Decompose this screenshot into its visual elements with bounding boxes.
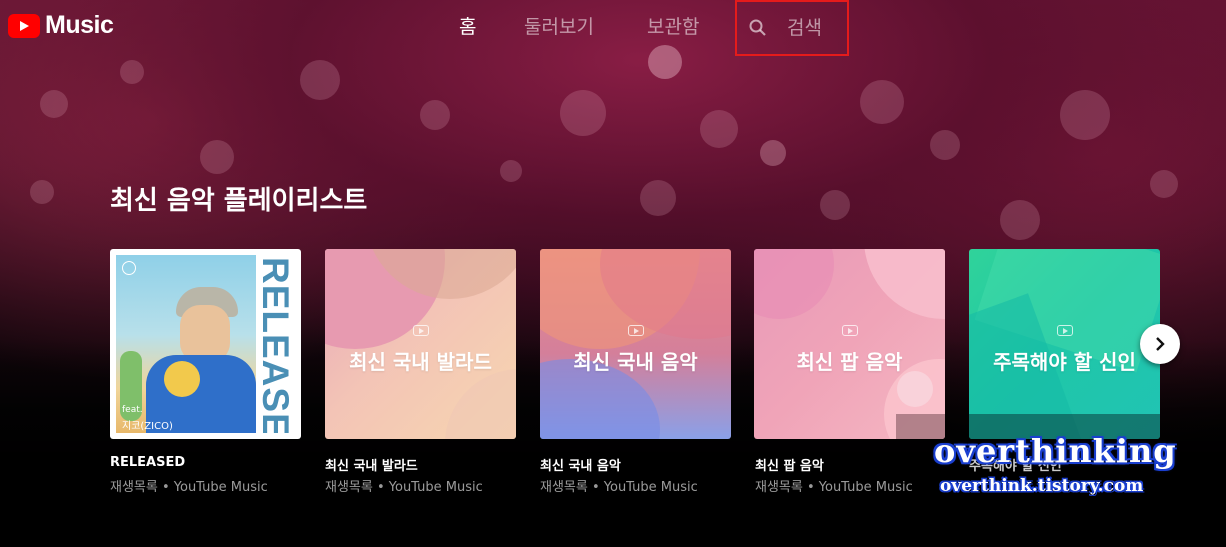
playlist-card-kpop[interactable]: 최신 국내 음악: [540, 249, 731, 439]
cover-feat: feat.: [122, 405, 143, 415]
playlist-card-released[interactable]: feat. 지코(ZICO) RELEASED: [110, 249, 301, 439]
card-subtitle: 재생목록 • YouTube Music: [325, 480, 483, 495]
nav-home[interactable]: 홈: [459, 12, 476, 39]
playlist-card-pop[interactable]: 최신 팝 음악: [754, 249, 945, 439]
card-subtitle: 재생목록 • YouTube Music: [110, 480, 268, 495]
card-title-pop[interactable]: 최신 팝 음악: [755, 455, 824, 474]
chevron-right-icon: [1156, 337, 1165, 351]
watermark-url: overthink.tistory.com: [940, 476, 1144, 496]
cover-vertical-text: RELEASED: [256, 257, 296, 433]
playlist-card-ballad[interactable]: 최신 국내 발라드: [325, 249, 516, 439]
card-subtitle: 재생목록 • YouTube Music: [540, 480, 698, 495]
watermark-title: overthinking: [934, 432, 1177, 470]
cover-artist: 지코(ZICO): [122, 421, 173, 432]
youtube-mini-icon: [1056, 325, 1073, 336]
playlist-card-rookies[interactable]: 주목해야 할 신인: [969, 249, 1160, 439]
card-title-released[interactable]: RELEASED: [110, 455, 185, 470]
nav-explore[interactable]: 둘러보기: [524, 12, 594, 39]
youtube-mini-icon: [841, 325, 858, 336]
card-title-kpop[interactable]: 최신 국내 음악: [540, 455, 621, 474]
cover-title: 주목해야 할 신인: [993, 350, 1136, 374]
cover-art: feat. 지코(ZICO): [116, 255, 256, 433]
search-button[interactable]: 검색: [735, 0, 849, 56]
card-title-ballad[interactable]: 최신 국내 발라드: [325, 455, 418, 474]
youtube-mini-icon: [412, 325, 429, 336]
carousel-next-button[interactable]: [1140, 324, 1180, 364]
section-title: 최신 음악 플레이리스트: [110, 186, 368, 216]
cover-title: 최신 국내 발라드: [349, 350, 492, 374]
card-subtitle: 재생목록 • YouTube Music: [755, 480, 913, 495]
nav-library[interactable]: 보관함: [647, 12, 699, 39]
search-label: 검색: [787, 17, 822, 39]
youtube-mini-icon: [627, 325, 644, 336]
cover-title: 최신 팝 음악: [796, 350, 903, 374]
top-navigation: 홈 둘러보기 보관함 검색: [0, 0, 1226, 56]
cover-title: 최신 국내 음악: [573, 350, 698, 374]
search-icon: [749, 19, 766, 36]
